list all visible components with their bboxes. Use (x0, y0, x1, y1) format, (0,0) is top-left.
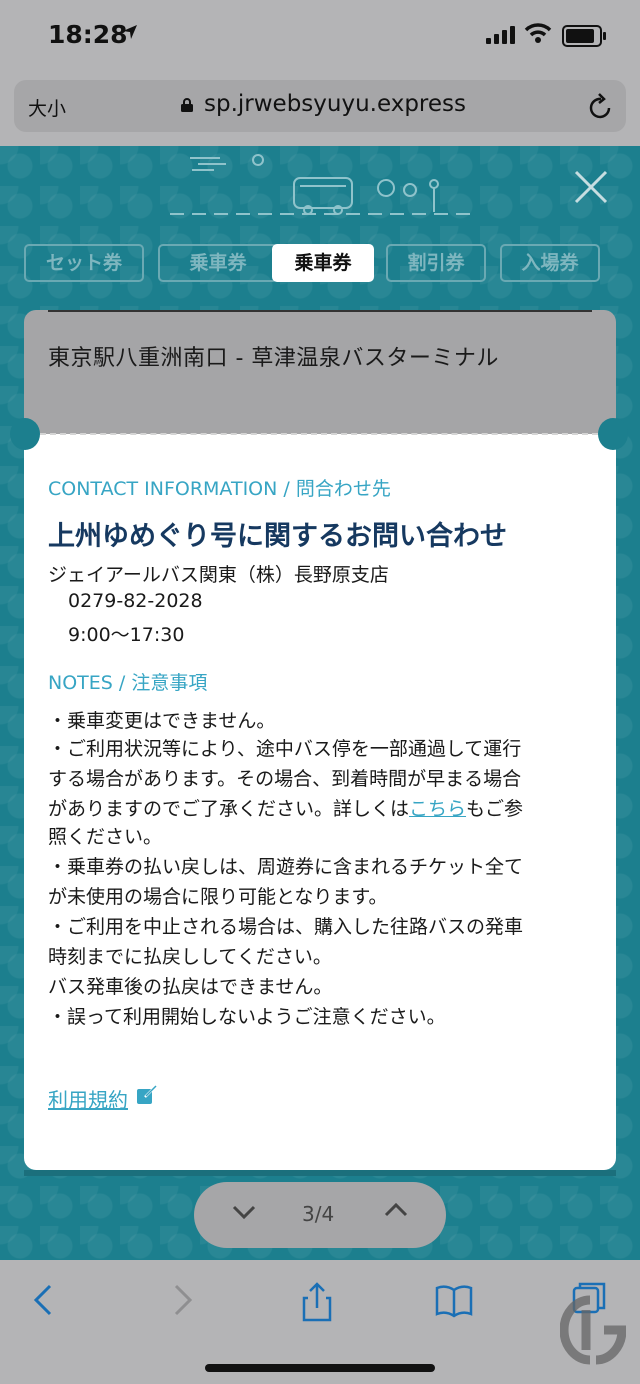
ticket-card-header: 東京駅八重洲南口 - 草津温泉バスターミナル (24, 310, 616, 434)
note-line: バス発車後の払戻はできません。 (48, 976, 333, 998)
tab-discount-ticket[interactable]: 割引券 (386, 244, 486, 282)
battery-icon (562, 25, 606, 47)
location-arrow-icon (123, 25, 137, 39)
page-counter: 3/4 (302, 1202, 335, 1226)
lock-icon (181, 98, 193, 112)
share-icon[interactable] (300, 1280, 334, 1324)
status-time: 18:28 (48, 20, 128, 49)
note-line: がありますのでご了承ください。詳しくはこちらもご参 (48, 794, 523, 821)
note-line: ・ご利用を中止される場合は、購入した往路バスの発車 (48, 916, 524, 938)
note-line: ・ご利用状況等により、途中バス停を一部通過して運行 (48, 738, 522, 760)
forward-icon[interactable] (170, 1280, 196, 1320)
note-text: がありますのでご了承ください。詳しくは (48, 798, 410, 820)
signal-icon (486, 26, 515, 44)
back-icon[interactable] (30, 1280, 56, 1320)
url-text[interactable]: sp.jrwebsyuyu.express (204, 91, 466, 117)
terms-link[interactable]: 利用規約 (48, 1084, 128, 1113)
contact-phone[interactable]: 0279-82-2028 (68, 590, 203, 612)
text-size-button[interactable]: 大小 (28, 94, 66, 121)
contact-title: 上州ゆめぐり号に関するお問い合わせ (48, 521, 507, 552)
notes-heading: NOTES / 注意事項 (48, 672, 208, 694)
page-navigator: 3/4 (194, 1182, 446, 1248)
bookmarks-icon[interactable] (434, 1280, 474, 1320)
note-line: ・誤って利用開始しないようご注意ください。 (48, 1006, 446, 1028)
contact-company: ジェイアールバス関東（株）長野原支店 (48, 564, 389, 586)
contact-hours: 9:00〜17:30 (68, 624, 185, 646)
note-line: ・乗車変更はできません。 (48, 710, 276, 732)
note-line: 照ください。 (48, 826, 163, 848)
info-card: CONTACT INFORMATION / 問合わせ先 上州ゆめぐり号に関するお… (24, 434, 616, 1170)
watermark-logo (560, 1295, 626, 1365)
browser-bar: 大小 sp.jrwebsyuyu.express (0, 74, 640, 146)
card-bottom-strip (24, 1170, 616, 1176)
tab-admission-ticket[interactable]: 入場券 (500, 244, 600, 282)
perforation-line (40, 433, 598, 435)
close-icon[interactable] (570, 166, 612, 208)
note-line: する場合があります。その場合、到着時間が早まる場合 (48, 768, 522, 790)
ticket-tabs: セット券 乗車券 乗車券 割引券 入場券 (24, 244, 624, 286)
note-line: ・乗車券の払い戻しは、周遊券に含まれるチケット全て (48, 856, 524, 878)
chevron-up-icon[interactable] (384, 1202, 408, 1218)
card-notch-right (598, 418, 628, 450)
note-line: が未使用の場合に限り可能となります。 (48, 886, 388, 908)
tab-boarding-ticket-2[interactable]: 乗車券 (272, 244, 374, 282)
bus-illustration (170, 154, 470, 215)
card-notch-left (10, 418, 40, 450)
wifi-icon (524, 23, 552, 43)
note-text: もご参 (466, 798, 524, 820)
chevron-down-icon[interactable] (232, 1204, 256, 1220)
contact-heading: CONTACT INFORMATION / 問合わせ先 (48, 478, 391, 500)
details-link[interactable]: こちら (409, 798, 466, 820)
tab-boarding-ticket-1[interactable]: 乗車券 (158, 244, 278, 282)
address-bar[interactable]: 大小 sp.jrwebsyuyu.express (14, 80, 626, 132)
external-link-icon[interactable] (136, 1084, 158, 1106)
note-line: 時刻までに払戻ししてください。 (48, 946, 332, 968)
reload-icon[interactable] (588, 92, 614, 120)
route-title: 東京駅八重洲南口 - 草津温泉バスターミナル (48, 346, 499, 371)
status-bar: 18:28 (0, 0, 640, 74)
divider (48, 310, 592, 312)
home-indicator[interactable] (205, 1364, 435, 1372)
tab-set-ticket[interactable]: セット券 (24, 244, 144, 282)
